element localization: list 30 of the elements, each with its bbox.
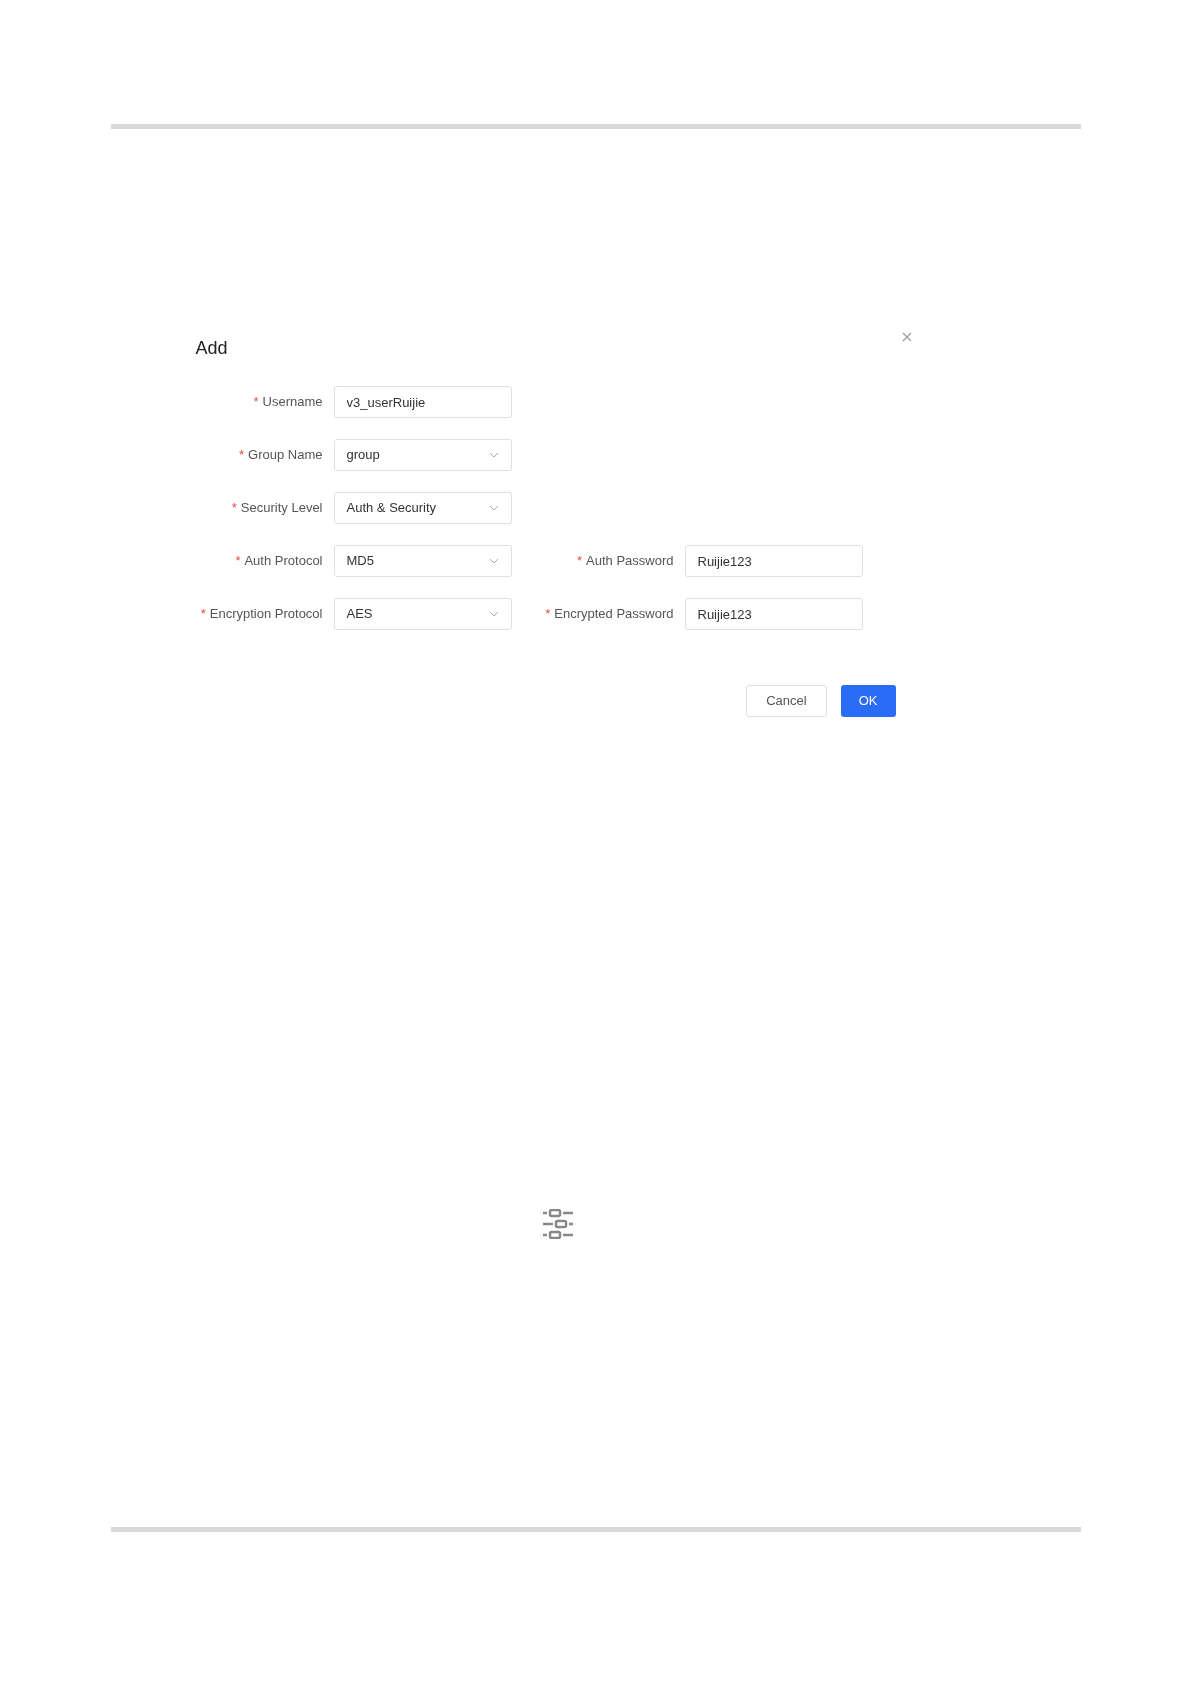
sliders-icon: [541, 1209, 575, 1239]
select-field[interactable]: MD5: [333, 545, 512, 577]
field-label: Encrypted Password: [554, 605, 674, 624]
select-field[interactable]: AES: [333, 598, 512, 630]
select-field[interactable]: Auth & Security: [333, 492, 512, 524]
field-label: Security Level: [240, 499, 323, 518]
cancel-button[interactable]: Cancel: [746, 685, 827, 717]
ok-button[interactable]: OK: [840, 685, 896, 717]
close-icon[interactable]: [901, 332, 912, 342]
field-label: Group Name: [248, 446, 323, 465]
field-label: Auth Protocol: [244, 552, 323, 571]
required-asterisk: *: [253, 393, 259, 412]
dialog-title: Add: [195, 337, 228, 360]
field-label: Auth Password: [586, 552, 674, 571]
input-field[interactable]: v3_userRuijie: [333, 386, 512, 418]
required-asterisk: *: [577, 552, 583, 571]
chevron-down-icon: [488, 505, 499, 511]
required-asterisk: *: [239, 446, 245, 465]
required-asterisk: *: [545, 605, 551, 624]
chevron-down-icon: [488, 452, 499, 458]
input-field[interactable]: Ruijie123: [684, 598, 863, 630]
field-label: Encryption Protocol: [209, 605, 323, 624]
chevron-down-icon: [488, 611, 499, 617]
chevron-down-icon: [488, 558, 499, 564]
select-field[interactable]: group: [333, 439, 512, 471]
input-field[interactable]: Ruijie123: [684, 545, 863, 577]
required-asterisk: *: [231, 499, 237, 518]
required-asterisk: *: [235, 552, 241, 571]
field-label: Username: [262, 393, 323, 412]
required-asterisk: *: [200, 605, 206, 624]
